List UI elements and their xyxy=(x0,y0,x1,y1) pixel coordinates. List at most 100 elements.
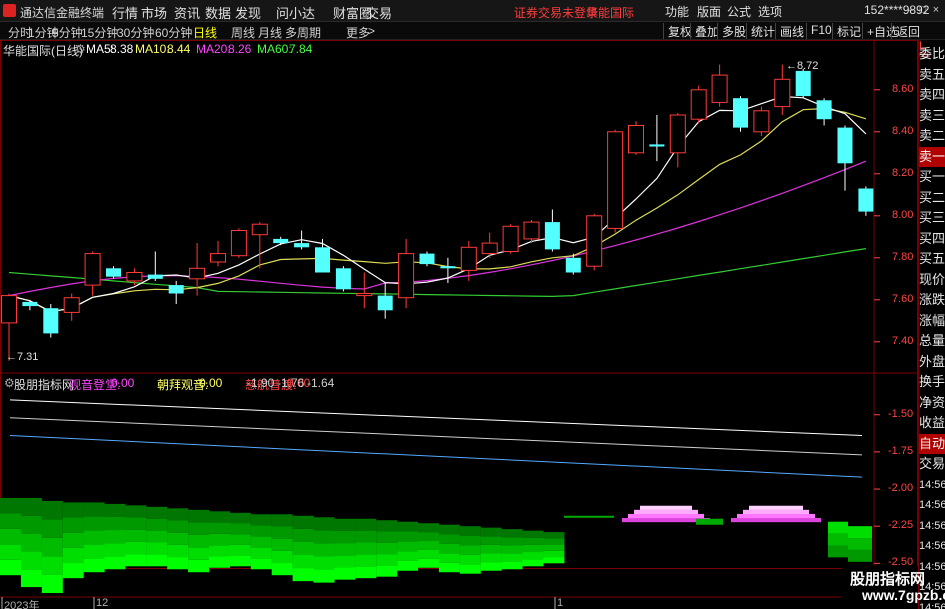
settings-icon[interactable]: ⚙ xyxy=(75,42,86,56)
indicator-line xyxy=(9,435,863,478)
panel-item[interactable]: 14:56 xyxy=(919,475,945,495)
watermark-line2: www.7gpzb.com xyxy=(862,587,945,603)
toolbar-button[interactable]: 叠加 xyxy=(690,23,719,39)
panel-item[interactable]: 卖一 xyxy=(919,146,945,167)
period-tab[interactable]: 60分钟 xyxy=(155,24,192,41)
candle-body xyxy=(273,238,289,244)
candle-body xyxy=(669,114,686,154)
menu-item[interactable]: 市场 xyxy=(141,3,167,22)
indicator-bar xyxy=(250,536,272,548)
period-tab[interactable]: 15分钟 xyxy=(81,24,118,41)
indicator-bar xyxy=(167,544,189,558)
period-more-arrow[interactable]: > xyxy=(368,24,375,38)
menu-item[interactable]: 数据 xyxy=(205,3,231,22)
indicator-bar xyxy=(522,530,544,538)
indicator-bar xyxy=(313,556,335,570)
indicator-bar xyxy=(188,509,210,523)
indicator-bar xyxy=(397,531,419,542)
panel-item[interactable]: 卖二 xyxy=(919,126,945,146)
indicator-bar xyxy=(418,549,439,559)
ma-value: 8.38 xyxy=(110,42,134,56)
date-label: 12 xyxy=(96,597,109,609)
menu-item-right[interactable]: 功能 xyxy=(665,3,689,20)
panel-item[interactable]: 现价 xyxy=(919,270,945,290)
panel-item[interactable]: 涨跌 xyxy=(919,290,945,310)
toolbar-button[interactable]: 返回 xyxy=(891,23,920,39)
indicator-bar xyxy=(418,541,439,550)
indicator-bar xyxy=(0,544,21,560)
indicator-axis-label: -1.50 xyxy=(888,407,914,420)
panel-item[interactable]: 净资 xyxy=(919,393,945,413)
close-icon[interactable]: × xyxy=(931,4,941,16)
panel-item[interactable]: 涨幅 xyxy=(919,311,945,331)
indicator-bar xyxy=(271,538,293,551)
panel-item[interactable]: 换手 xyxy=(919,372,945,392)
max-price-label: ←8.72 xyxy=(786,60,818,72)
broker-name[interactable]: 华能国际 xyxy=(586,4,634,21)
menu-item[interactable]: 行情 xyxy=(112,3,138,22)
indicator-bar xyxy=(250,514,272,526)
toolbar-button[interactable]: 画线 xyxy=(775,23,804,39)
menu-item-right[interactable]: 公式 xyxy=(727,3,751,20)
period-tab[interactable]: 多周期 xyxy=(285,24,321,41)
panel-item[interactable]: 14:56 xyxy=(919,495,945,515)
period-tab[interactable]: 周线 xyxy=(231,24,255,41)
candle-body xyxy=(816,100,832,120)
panel-item[interactable]: 买三 xyxy=(919,208,945,228)
toolbar-button[interactable]: 多股 xyxy=(717,23,746,39)
indicator-bar xyxy=(334,567,356,580)
panel-item[interactable]: 卖五 xyxy=(919,65,945,85)
maximize-icon[interactable]: □ xyxy=(918,4,928,16)
indicator-bar xyxy=(146,518,168,531)
candle-body xyxy=(460,246,477,271)
menu-item-right[interactable]: 选项 xyxy=(758,3,782,20)
panel-item[interactable]: 自动 xyxy=(919,433,945,454)
indicator-bar xyxy=(459,535,481,546)
period-tab[interactable]: 5分钟 xyxy=(52,24,83,41)
minimize-icon[interactable]: – xyxy=(905,4,915,16)
panel-item[interactable]: 交易 xyxy=(919,454,945,474)
panel-item[interactable]: 14:56 xyxy=(919,516,945,536)
menu-item[interactable]: 发现 xyxy=(235,3,261,22)
toolbar-button[interactable]: F10 xyxy=(806,23,832,39)
panel-item[interactable]: 外盘 xyxy=(919,352,945,372)
panel-item[interactable]: 14:56 xyxy=(919,536,945,556)
candle-body xyxy=(753,110,770,133)
panel-item[interactable]: 买四 xyxy=(919,229,945,249)
date-label: 2023年 xyxy=(4,600,40,609)
panel-item[interactable]: 买一 xyxy=(919,167,945,187)
panel-item[interactable]: 卖三 xyxy=(919,106,945,126)
panel-item[interactable]: 买五 xyxy=(919,249,945,269)
indicator-bar xyxy=(125,554,147,567)
panel-item[interactable]: 委比 xyxy=(919,44,945,64)
toolbar-button[interactable]: 标记 xyxy=(832,23,861,39)
indicator-bar xyxy=(62,532,84,548)
menu-item[interactable]: 交易 xyxy=(366,3,392,22)
indicator-pink-bar xyxy=(749,505,803,510)
indicator-bar xyxy=(501,529,523,538)
indicator-bar xyxy=(828,521,848,534)
indicator-pink-bar xyxy=(743,509,809,515)
toolbar-button[interactable]: 复权 xyxy=(663,23,692,39)
indicator-bar xyxy=(62,547,84,564)
candle-body xyxy=(419,253,435,265)
period-tab[interactable]: 日线 xyxy=(193,24,217,41)
panel-item[interactable]: 买二 xyxy=(919,188,945,208)
panel-item[interactable]: 卖四 xyxy=(919,85,945,105)
price-axis-label: 8.60 xyxy=(892,82,914,95)
period-tab[interactable]: 更多 xyxy=(346,24,370,41)
menu-item-right[interactable]: 版面 xyxy=(697,3,721,20)
period-tab[interactable]: 30分钟 xyxy=(117,24,154,41)
toolbar-button[interactable]: 统计 xyxy=(746,23,775,39)
indicator-bar xyxy=(543,532,565,539)
menu-item[interactable]: 资讯 xyxy=(174,3,200,22)
indicator-value: 0.00 xyxy=(111,376,135,390)
indicator-bar xyxy=(501,545,523,554)
kline-chart-area[interactable]: ←8.72 ←7.31 华能国际(日线) ⚙ MA5: 8.38 MA10: 8.44 MA… xyxy=(0,40,918,609)
period-tab[interactable]: 月线 xyxy=(258,24,282,41)
menu-item[interactable]: 问小达 xyxy=(276,3,315,22)
panel-item[interactable]: 总量 xyxy=(919,331,945,351)
panel-item[interactable]: 收益 xyxy=(919,413,945,433)
indicator-bar xyxy=(104,556,126,570)
indicator-bar xyxy=(501,561,523,570)
